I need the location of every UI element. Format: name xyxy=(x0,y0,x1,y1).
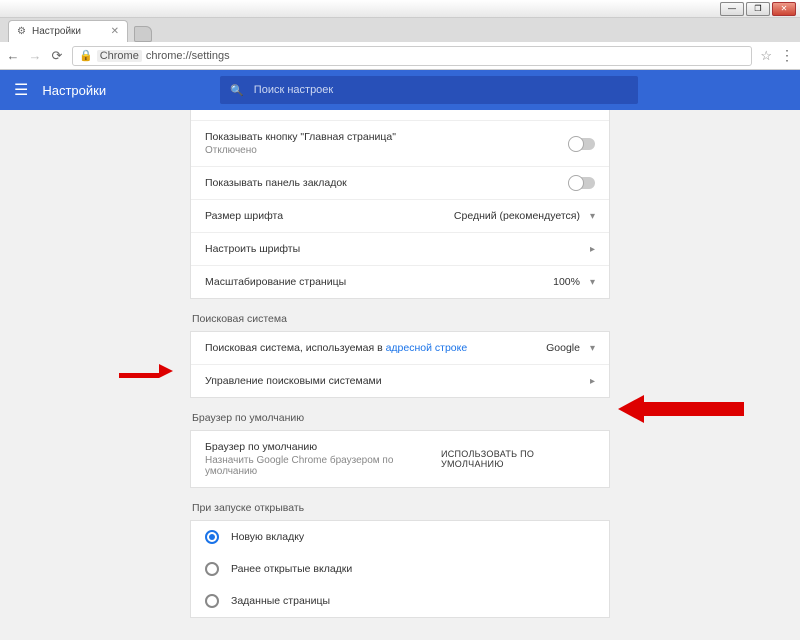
chevron-down-icon: ▾ xyxy=(590,343,595,354)
url-text: chrome://settings xyxy=(146,50,230,62)
url-scheme-chip: Chrome xyxy=(97,50,142,62)
gear-icon: ⚙ xyxy=(17,26,26,37)
address-bar[interactable]: 🔒 Chrome chrome://settings xyxy=(72,46,752,66)
window-close-button[interactable]: ✕ xyxy=(772,2,796,16)
lock-icon: 🔒 xyxy=(79,49,93,62)
manage-search-engines-row[interactable]: Управление поисковыми системами ▸ xyxy=(191,365,609,397)
make-default-button[interactable]: ИСПОЛЬЗОВАТЬ ПО УМОЛЧАНИЮ xyxy=(441,449,595,469)
page-zoom-row[interactable]: Масштабирование страницы 100% ▾ xyxy=(191,266,609,298)
page-title: Настройки xyxy=(42,83,106,98)
zoom-value: 100% xyxy=(553,276,580,288)
reload-button[interactable]: ⟳ xyxy=(50,48,64,64)
startup-option-continue[interactable]: Ранее открытые вкладки xyxy=(191,553,609,585)
row-sub: Отключено xyxy=(205,145,396,156)
search-engine-value: Google xyxy=(546,342,580,354)
browser-tab[interactable]: ⚙ Настройки ✕ xyxy=(8,20,128,42)
default-browser-row: Браузер по умолчанию Назначить Google Ch… xyxy=(191,431,609,487)
default-browser-section-label: Браузер по умолчанию xyxy=(190,412,610,424)
bookmarks-toggle[interactable] xyxy=(569,177,595,189)
window-maximize-button[interactable]: ❐ xyxy=(746,2,770,16)
row-label: Показывать панель закладок xyxy=(205,177,347,189)
bookmark-star-icon[interactable]: ☆ xyxy=(760,48,772,64)
startup-section-label: При запуске открывать xyxy=(190,502,610,514)
window-titlebar: — ❐ ✕ xyxy=(0,0,800,18)
font-size-row[interactable]: Размер шрифта Средний (рекомендуется) ▾ xyxy=(191,200,609,233)
toolbar: ← → ⟳ 🔒 Chrome chrome://settings ☆ ⋮ xyxy=(0,42,800,70)
search-placeholder: Поиск настроек xyxy=(254,84,333,96)
tab-title: Настройки xyxy=(32,26,81,37)
row-label: Размер шрифта xyxy=(205,210,283,222)
back-button[interactable]: ← xyxy=(6,48,20,63)
startup-option-specific[interactable]: Заданные страницы xyxy=(191,585,609,617)
row-label: Настроить шрифты xyxy=(205,243,300,255)
startup-card: Новую вкладку Ранее открытые вкладки Зад… xyxy=(190,520,610,618)
hamburger-icon[interactable]: ☰ xyxy=(14,80,28,100)
row-label: Браузер по умолчанию xyxy=(205,441,441,453)
forward-button[interactable]: → xyxy=(28,48,42,63)
chevron-down-icon: ▾ xyxy=(590,211,595,222)
appearance-card: Темы Открыть Интернет-магазин Chrome Пок… xyxy=(190,110,610,299)
annotation-arrow-right xyxy=(618,395,744,423)
search-input[interactable]: 🔍 Поиск настроек xyxy=(220,76,638,104)
font-size-value: Средний (рекомендуется) xyxy=(454,210,580,222)
custom-fonts-row[interactable]: Настроить шрифты ▸ xyxy=(191,233,609,266)
new-tab-button[interactable] xyxy=(134,26,152,42)
radio-icon xyxy=(205,562,219,576)
search-icon: 🔍 xyxy=(230,84,244,97)
browser-menu-icon[interactable]: ⋮ xyxy=(780,47,794,64)
home-button-row: Показывать кнопку "Главная страница" Отк… xyxy=(191,121,609,167)
chevron-down-icon: ▾ xyxy=(590,277,595,288)
settings-header: ☰ Настройки 🔍 Поиск настроек xyxy=(0,70,800,110)
option-label: Новую вкладку xyxy=(231,531,304,543)
radio-icon xyxy=(205,594,219,608)
startup-option-newtab[interactable]: Новую вкладку xyxy=(191,521,609,553)
search-card: Поисковая система, используемая в адресн… xyxy=(190,331,610,398)
window-minimize-button[interactable]: — xyxy=(720,2,744,16)
chevron-right-icon: ▸ xyxy=(590,376,595,387)
search-engine-row[interactable]: Поисковая система, используемая в адресн… xyxy=(191,332,609,365)
themes-row[interactable]: Темы Открыть Интернет-магазин Chrome xyxy=(191,110,609,121)
tab-close-icon[interactable]: ✕ xyxy=(111,26,119,37)
row-label: Управление поисковыми системами xyxy=(205,375,382,387)
row-label: Масштабирование страницы xyxy=(205,276,346,288)
tab-strip: ⚙ Настройки ✕ xyxy=(0,18,800,42)
radio-checked-icon xyxy=(205,530,219,544)
annotation-arrow-left xyxy=(119,365,173,383)
row-sub: Назначить Google Chrome браузером по умо… xyxy=(205,455,441,477)
option-label: Заданные страницы xyxy=(231,595,330,607)
home-button-toggle[interactable] xyxy=(569,138,595,150)
address-bar-link[interactable]: адресной строке xyxy=(386,342,468,354)
search-section-label: Поисковая система xyxy=(190,313,610,325)
default-browser-card: Браузер по умолчанию Назначить Google Ch… xyxy=(190,430,610,488)
row-label: Поисковая система, используемая в xyxy=(205,342,386,354)
row-label: Показывать кнопку "Главная страница" xyxy=(205,131,396,143)
chevron-right-icon: ▸ xyxy=(590,244,595,255)
option-label: Ранее открытые вкладки xyxy=(231,563,352,575)
bookmarks-bar-row: Показывать панель закладок xyxy=(191,167,609,200)
